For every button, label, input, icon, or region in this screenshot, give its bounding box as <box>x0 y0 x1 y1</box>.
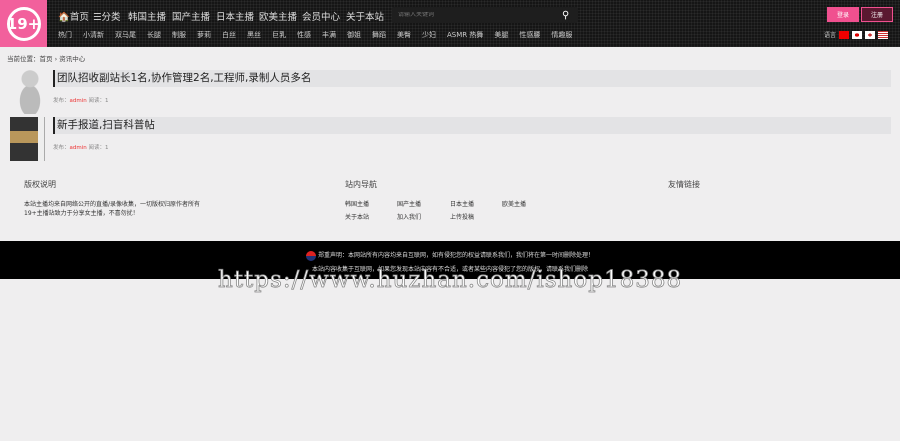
login-button[interactable]: 登录 <box>827 7 859 22</box>
footer-link[interactable]: 加入我们 <box>397 212 421 221</box>
subnav-item[interactable]: 美腿 <box>494 30 508 40</box>
footer-link[interactable]: 关于本站 <box>345 212 369 221</box>
subnav-item[interactable]: 巨乳 <box>272 30 286 40</box>
nav-about[interactable]: 关于本站 <box>346 9 384 23</box>
nav-home[interactable]: 🏠首页 <box>58 9 89 23</box>
post-meta: 发布：admin 阅读：1 <box>53 98 109 104</box>
subnav-item[interactable]: 热门 <box>58 30 72 40</box>
copyright-text: 19+主播站致力于分享女主播，不喜勿扰！ <box>24 210 139 217</box>
language-label: 语言 <box>824 32 837 39</box>
nav-member[interactable]: 会员中心 <box>302 9 340 23</box>
header: 19+ 🏠首页 ☰分类 韩国主播 国产主播 日本主播 欧美主播 会员中心 关于本… <box>0 0 900 47</box>
subnav-item[interactable]: 性感 <box>297 30 311 40</box>
footer-link[interactable]: 欧美主播 <box>502 199 526 208</box>
subnav-item[interactable]: 小清新 <box>83 30 104 40</box>
subnav-item[interactable]: 舞蹈 <box>372 30 386 40</box>
watermark: https://www.huzhan.com/ishop18388 <box>218 267 683 294</box>
footer-link[interactable]: 上传投稿 <box>450 212 474 221</box>
sub-nav: 热门 小清新 双马尾 长腿 制服 萝莉 白丝 黑丝 巨乳 性感 丰满 御姐 舞蹈 美臀 少妇 ASMR 热舞 美… <box>58 30 583 40</box>
post-title[interactable]: 新手报道,扫盲科普帖 <box>53 117 891 134</box>
japan-flag-icon[interactable] <box>852 30 863 39</box>
subnav-item[interactable]: 白丝 <box>222 30 236 40</box>
breadcrumb: 当前位置：首页 › 资讯中心 <box>7 55 86 63</box>
register-button[interactable]: 注册 <box>861 7 893 22</box>
footer-link[interactable]: 韩国主播 <box>345 199 369 208</box>
language-switcher: 语言 <box>824 30 889 39</box>
post-author[interactable]: admin <box>70 145 87 151</box>
nav-korean[interactable]: 韩国主播 <box>128 9 166 23</box>
copyright-heading: 版权说明 <box>24 180 56 189</box>
korea-flag-icon <box>306 250 317 261</box>
site-nav-heading: 站内导航 <box>345 180 377 189</box>
subnav-item[interactable]: 御姐 <box>347 30 361 40</box>
nav-western[interactable]: 欧美主播 <box>259 9 297 23</box>
subnav-item[interactable]: 双马尾 <box>115 30 136 40</box>
subnav-item[interactable]: 情趣服 <box>551 30 572 40</box>
nav-category[interactable]: ☰分类 <box>93 9 121 23</box>
nav-domestic[interactable]: 国产主播 <box>172 9 210 23</box>
subnav-item[interactable]: 美臀 <box>397 30 411 40</box>
post-title[interactable]: 团队招收副站长1名,协作管理2名,工程师,录制人员多名 <box>53 70 891 87</box>
usa-flag-icon[interactable] <box>878 30 889 39</box>
subnav-item[interactable]: 丰满 <box>322 30 336 40</box>
friend-links-heading: 友情链接 <box>668 180 700 189</box>
post-thumbnail[interactable] <box>10 70 50 114</box>
footer-link[interactable]: 国产主播 <box>397 199 421 208</box>
search-box: ⚲ <box>392 7 578 23</box>
notice-line: 郑重声明：本网站所有内容均来自互联网，如有侵犯您的权益请联系我们，我们将在第一时… <box>0 250 900 261</box>
site-logo[interactable]: 19+ <box>0 0 47 47</box>
subnav-item[interactable]: 性感腰 <box>519 30 540 40</box>
subnav-item[interactable]: 制服 <box>172 30 186 40</box>
subnav-item[interactable]: 萝莉 <box>197 30 211 40</box>
footer-link[interactable]: 日本主播 <box>450 199 474 208</box>
subnav-item[interactable]: 少妇 <box>422 30 436 40</box>
subnav-item[interactable]: 长腿 <box>147 30 161 40</box>
subnav-item[interactable]: ASMR 热舞 <box>447 30 483 40</box>
post-meta: 发布：admin 阅读：1 <box>53 145 109 151</box>
china-flag-icon[interactable] <box>839 30 850 39</box>
search-input[interactable] <box>392 12 562 18</box>
copyright-text: 本站主播均来自网络公开的直播/录像收集，一切版权归原作者所有 <box>24 201 201 208</box>
search-icon[interactable]: ⚲ <box>562 10 578 21</box>
post-author[interactable]: admin <box>70 98 87 104</box>
subnav-item[interactable]: 黑丝 <box>247 30 261 40</box>
korea-flag-icon[interactable] <box>865 30 876 39</box>
post-thumbnail[interactable] <box>10 117 50 161</box>
nav-japan[interactable]: 日本主播 <box>216 9 254 23</box>
